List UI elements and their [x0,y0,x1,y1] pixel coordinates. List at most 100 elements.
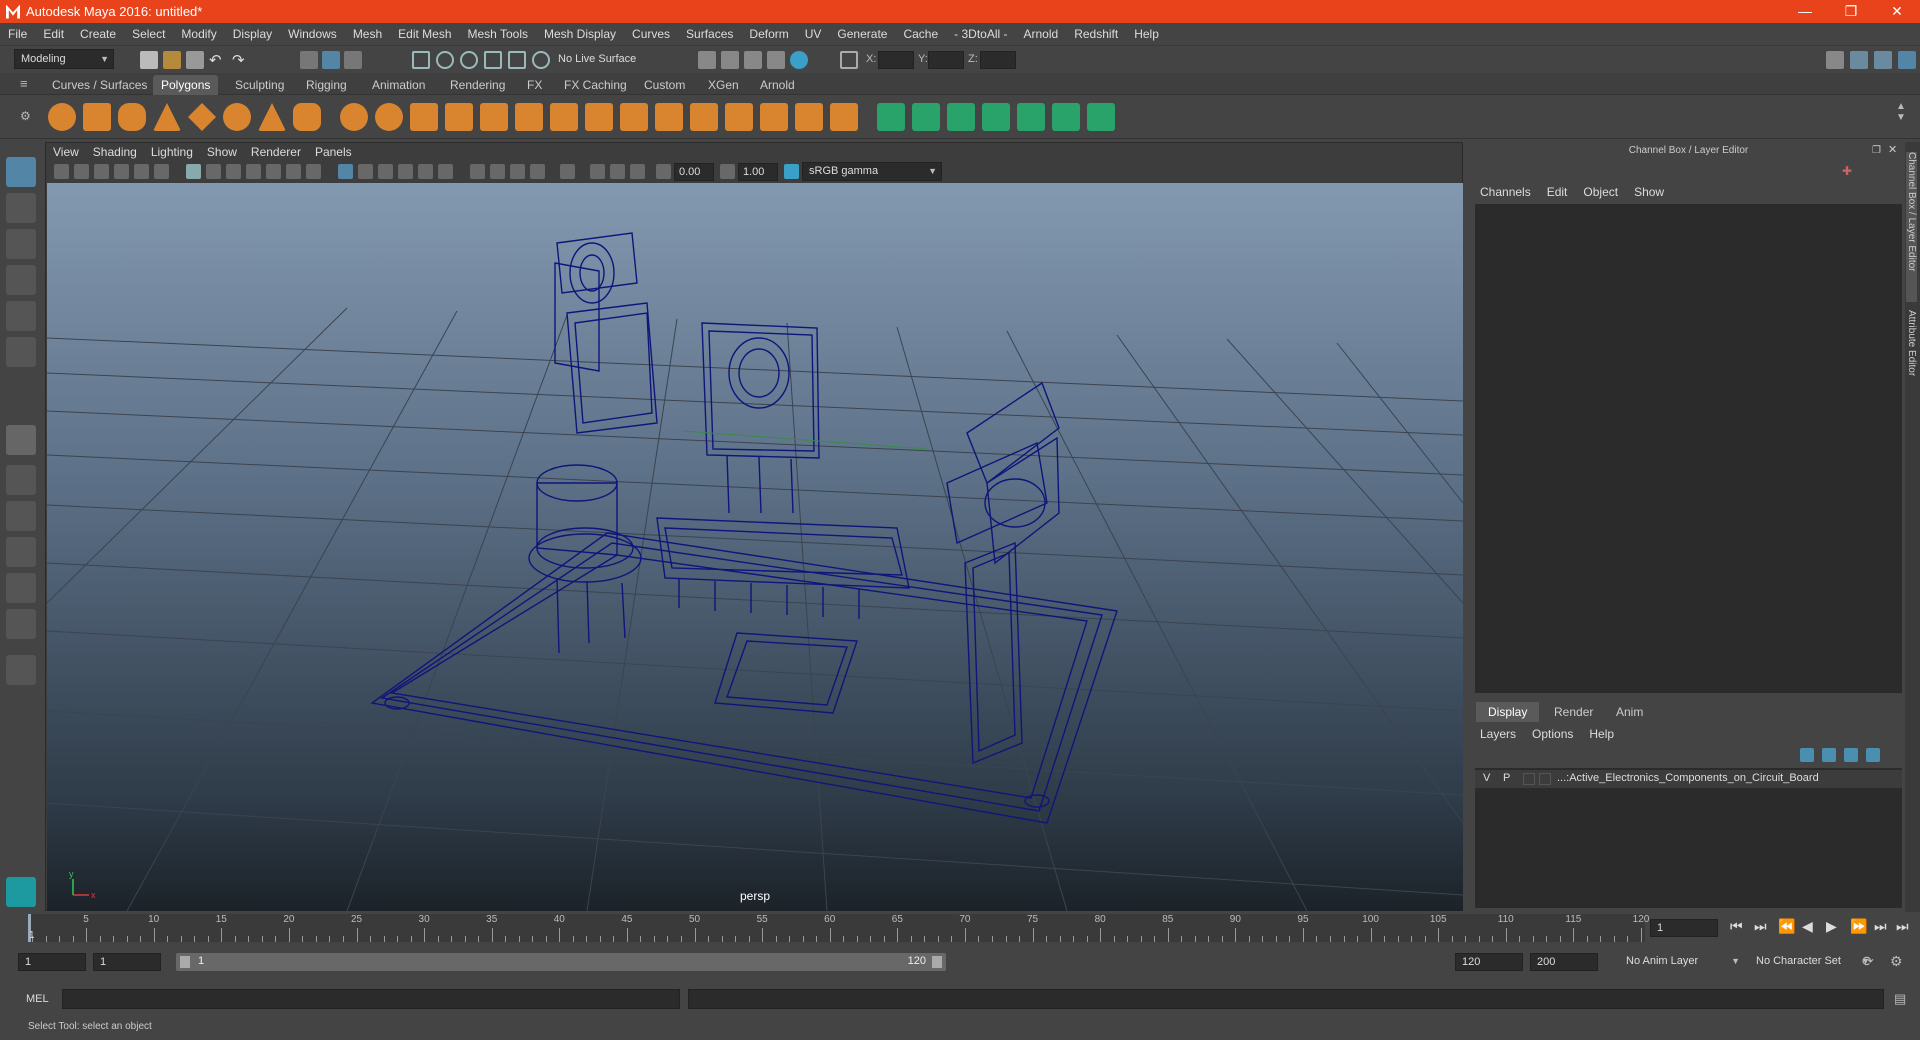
vp-menu-panels[interactable]: Panels [308,145,359,159]
gate-mask-icon[interactable] [246,164,261,179]
wireframe-on-shaded-icon[interactable] [378,164,393,179]
camera-attributes-icon[interactable] [74,164,89,179]
motion-blur-icon[interactable] [490,164,505,179]
layer-visibility-toggle[interactable]: V [1483,772,1490,784]
poly-plane-icon[interactable] [188,103,216,131]
create-empty-layer-icon[interactable] [1844,748,1858,762]
offset-edge-loop-icon[interactable] [830,103,858,131]
open-scene-icon[interactable] [163,51,181,69]
xray-icon[interactable] [590,164,605,179]
bookmark-icon[interactable] [94,164,109,179]
isolate-select-icon[interactable] [560,164,575,179]
outliner-persp-layout-icon[interactable] [6,609,36,639]
shelf-tab-curves-surfaces[interactable]: Curves / Surfaces [44,75,155,95]
layer-playback-toggle[interactable]: P [1503,772,1510,784]
time-ruler[interactable]: 5 10 15 20 25 30 35 40 45 50 55 60 65 70 75 80 85 90 95 100… [28,914,1649,942]
rotate-tool-icon[interactable] [6,301,36,331]
playback-end-field[interactable]: 120 [1455,953,1523,971]
shadows-icon[interactable] [438,164,453,179]
uv-editor-icon[interactable] [1017,103,1045,131]
live-surface-field[interactable]: No Live Surface [552,50,648,70]
float-panel-icon[interactable]: ❐ [1872,145,1884,157]
fill-hole-icon[interactable] [690,103,718,131]
persp-hypershade-layout-icon[interactable] [6,573,36,603]
xray-joints-icon[interactable] [630,164,645,179]
snap-grid-icon[interactable] [412,51,430,69]
tool-settings-toggle-icon[interactable] [1874,51,1892,69]
menu-deform[interactable]: Deform [741,27,796,41]
textured-icon[interactable] [398,164,413,179]
anti-aliasing-icon[interactable] [510,164,525,179]
shelf-tab-rendering[interactable]: Rendering [442,75,513,95]
attribute-editor-toggle-icon[interactable] [1850,51,1868,69]
cylindrical-map-icon[interactable] [912,103,940,131]
command-input[interactable] [62,989,680,1009]
smooth-shade-icon[interactable] [358,164,373,179]
move-tool-icon[interactable] [6,265,36,295]
shelf-settings-icon[interactable]: ⚙ [20,109,38,127]
snap-live-icon[interactable] [508,51,526,69]
menu-edit-mesh[interactable]: Edit Mesh [390,27,459,41]
menu-generate[interactable]: Generate [829,27,895,41]
automatic-map-icon[interactable] [982,103,1010,131]
menu-create[interactable]: Create [72,27,124,41]
bridge-icon[interactable] [655,103,683,131]
channel-box-toggle-icon[interactable] [1898,51,1916,69]
menu-uv[interactable]: UV [797,27,830,41]
vp-menu-shading[interactable]: Shading [86,145,144,159]
persp-outliner-layout-icon[interactable] [6,501,36,531]
layer-color-swatch[interactable] [1539,773,1551,785]
menu-edit[interactable]: Edit [35,27,72,41]
persp-graph-layout-icon[interactable] [6,537,36,567]
command-language-label[interactable]: MEL [26,993,49,1005]
menu-cache[interactable]: Cache [895,27,946,41]
grease-pencil-icon[interactable] [154,164,169,179]
menu-curves[interactable]: Curves [624,27,678,41]
menu-help[interactable]: Help [1126,27,1167,41]
range-bar[interactable]: 1 120 [176,953,946,971]
shelf-tab-arnold[interactable]: Arnold [752,75,803,95]
auto-key-icon[interactable]: ⟳ [1862,953,1874,970]
step-forward-key-icon[interactable]: ⏭ [1874,918,1887,935]
paint-select-tool-icon[interactable] [6,229,36,259]
resolution-gate-icon[interactable] [226,164,241,179]
move-layer-down-icon[interactable] [1822,748,1836,762]
poly-cylinder-icon[interactable] [118,103,146,131]
2d-pan-zoom-icon[interactable] [134,164,149,179]
film-gate-icon[interactable] [206,164,221,179]
gamma-icon[interactable] [720,164,735,179]
y-field[interactable] [928,51,964,69]
move-layer-up-icon[interactable] [1800,748,1814,762]
layer-name[interactable]: ...:Active_Electronics_Components_on_Cir… [1557,772,1819,784]
poly-cone-icon[interactable] [153,103,181,131]
xray-active-icon[interactable] [610,164,625,179]
poly-pyramid-icon[interactable] [258,103,286,131]
perspective-viewport[interactable]: x y persp [47,183,1463,911]
le-menu-help[interactable]: Help [1581,727,1622,741]
extrude-icon[interactable] [585,103,613,131]
manipulator-icon[interactable]: ✚ [1842,164,1856,178]
reduce-icon[interactable] [480,103,508,131]
mirror-icon[interactable] [410,103,438,131]
tab-attribute-editor[interactable]: Attribute Editor [1906,310,1917,410]
screen-space-ao-icon[interactable] [470,164,485,179]
go-to-start-icon[interactable]: ⏮ [1730,918,1743,935]
menu-modify[interactable]: Modify [173,27,224,41]
checker-map-icon[interactable] [1052,103,1080,131]
close-button[interactable]: ✕ [1874,0,1920,23]
cb-menu-object[interactable]: Object [1575,185,1626,199]
single-perspective-layout-icon[interactable] [6,425,36,455]
script-editor-icon[interactable]: ▤ [1894,991,1906,1007]
shelf-menu-icon[interactable]: ≡ [20,76,38,94]
select-camera-icon[interactable] [54,164,69,179]
vp-menu-view[interactable]: View [46,145,86,159]
modeling-toolkit-icon[interactable] [1826,51,1844,69]
shelf-scroll-icon[interactable]: ▲ ▼ [1896,101,1914,123]
layer-row[interactable]: V P ...:Active_Electronics_Components_on… [1475,770,1902,788]
shelf-tab-fx[interactable]: FX [519,75,550,95]
poly-sphere-icon[interactable] [48,103,76,131]
select-hierarchy-icon[interactable] [300,51,318,69]
snap-point-icon[interactable] [460,51,478,69]
poly-pipe-icon[interactable] [293,103,321,131]
exposure-field[interactable]: 0.00 [674,163,714,181]
